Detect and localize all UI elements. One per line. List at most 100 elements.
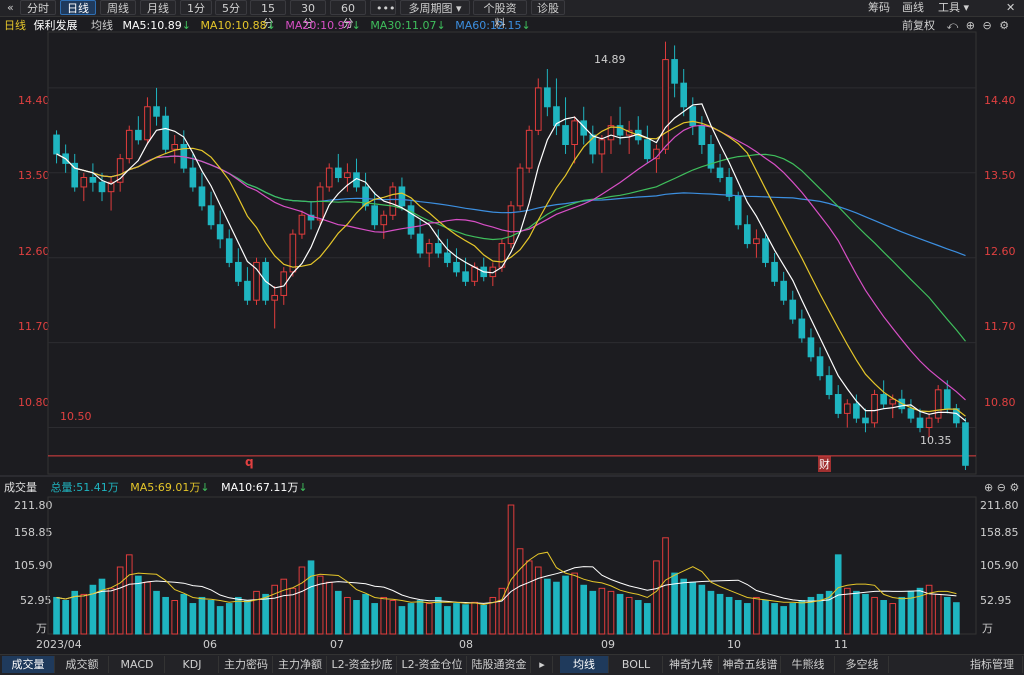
candle [671,59,678,84]
volume-bar [871,596,878,635]
candle [235,261,242,282]
tab-l2-bottom[interactable]: L2-资金抄底 [328,656,397,673]
volume-bar [934,593,942,635]
volume-bar [889,603,897,635]
volume-bar [571,572,578,635]
tab-northbound[interactable]: 陆股通资金 [468,656,531,673]
volume-bar [244,600,251,635]
volume-bar [589,590,597,635]
volume-bar [634,600,642,635]
volume-bar [116,566,124,635]
volume-bar [80,593,88,635]
candle [334,167,342,179]
candle [216,224,224,240]
volume-bar [807,596,815,635]
volume-bar [353,600,360,635]
volume-bar [298,566,306,635]
candle [943,389,951,410]
volume-bar [144,581,151,635]
tab-long-short[interactable]: 多空线 [836,656,889,673]
candle [162,115,169,150]
tab-main-code[interactable]: 主力密码 [220,656,273,673]
candle [862,417,869,424]
volume-bar [880,600,887,635]
tab-main-net[interactable]: 主力净额 [274,656,327,673]
candle [716,167,724,179]
candle [571,120,578,145]
tab-macd[interactable]: MACD [110,656,165,673]
volume-bar [53,596,60,635]
tab-boll[interactable]: BOLL [610,656,663,673]
candle [907,408,915,419]
volume-bar [98,578,106,635]
candle [471,266,478,282]
volume-bar [107,587,115,635]
candle [798,318,806,339]
volume-bar [389,600,397,635]
volume-bar [862,593,869,635]
volume-bar [607,590,615,635]
candle [444,252,451,263]
candle [698,125,706,145]
volume-bar [198,596,206,635]
volume-bar [407,603,415,635]
candle [125,129,133,160]
volume-bar [516,548,524,635]
candle [434,243,442,254]
tab-ma[interactable]: 均线 [560,656,609,673]
volume-bar [734,600,742,635]
tab-l2-position[interactable]: L2-资金仓位 [398,656,467,673]
volume-bar [562,575,569,635]
candle [462,271,469,282]
volume-bar [462,604,469,635]
indicator-tabs: 成交量 成交额 MACD KDJ 主力密码 主力净额 L2-资金抄底 L2-资金… [0,654,1024,675]
candle [562,125,569,145]
volume-bar [325,581,333,635]
tab-indicator-manage[interactable]: 指标管理 [962,656,1023,673]
volume-bar [162,596,169,635]
candle [135,129,142,141]
volume-bar [953,602,960,635]
candle [644,139,651,160]
candle [416,233,424,254]
candle [507,205,515,245]
candle [398,186,406,207]
kline-chart[interactable] [0,0,1024,674]
volume-bar [398,606,406,635]
volume-bar [334,590,342,635]
candle [144,106,151,141]
candle [762,238,769,263]
candle [171,144,179,150]
candle [789,299,797,320]
volume-bar [507,504,515,635]
tab-five-lines[interactable]: 神奇五线谱 [720,656,781,673]
volume-bar [780,606,787,635]
volume-bar [216,606,224,635]
volume-bar [280,578,288,635]
volume-bar [235,596,242,635]
candle [843,403,851,414]
candle [925,417,933,429]
tab-turnover[interactable]: 成交额 [56,656,109,673]
volume-bar [853,590,860,635]
candle [53,134,60,155]
candle [425,243,433,254]
candle [271,294,279,301]
volume-bar [225,603,233,635]
candle [80,177,88,188]
volume-bar [434,596,442,635]
candle [880,394,887,405]
volume-bar [943,596,951,635]
volume-bar [616,593,624,635]
volume-bar [653,560,660,635]
volume-bar [416,600,424,635]
tab-bull-bear[interactable]: 牛熊线 [782,656,835,673]
candle [298,214,306,235]
tab-volume[interactable]: 成交量 [2,656,55,673]
tab-kdj[interactable]: KDJ [166,656,219,673]
volume-bar [62,600,69,635]
tab-td9[interactable]: 神奇九转 [664,656,719,673]
candle [725,177,733,197]
candle [407,205,415,235]
chevron-right-icon[interactable]: ▸ [532,656,553,673]
